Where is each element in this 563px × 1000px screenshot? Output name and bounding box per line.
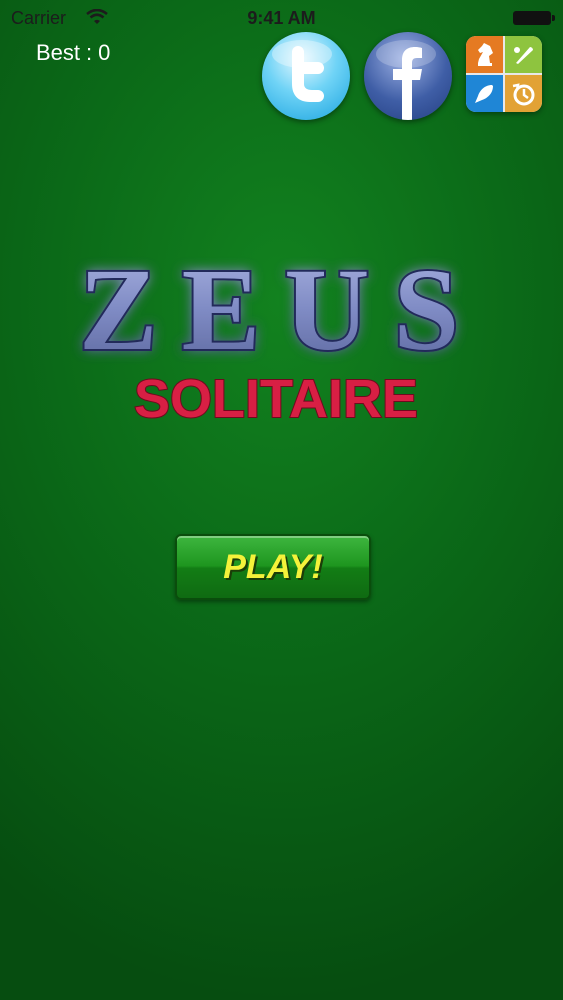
title-solitaire: SOLITAIRE [134,369,418,429]
best-score-label: Best [36,40,81,65]
play-button[interactable]: PLAY! [175,534,371,600]
status-bar: Carrier 9:41 AM [0,0,563,36]
facebook-button[interactable] [364,32,452,120]
best-score-separator: : [86,40,93,65]
twitter-button[interactable] [262,32,350,120]
status-time: 9:41 AM [247,8,316,28]
title-zeus: ZEUS [79,244,483,375]
play-button-label: PLAY! [223,548,323,586]
timer-icon [505,75,542,112]
battery-icon [513,11,555,25]
game-center-button[interactable] [466,36,542,112]
best-score: Best:0 [36,40,110,66]
rocket-icon [466,75,503,112]
game-title: ZEUS SOLITAIRE [77,242,483,430]
baseball-bat-icon [505,36,542,73]
best-score-value: 0 [98,40,111,65]
facebook-icon [376,40,436,120]
twitter-icon [272,40,332,102]
knight-icon [466,36,503,73]
